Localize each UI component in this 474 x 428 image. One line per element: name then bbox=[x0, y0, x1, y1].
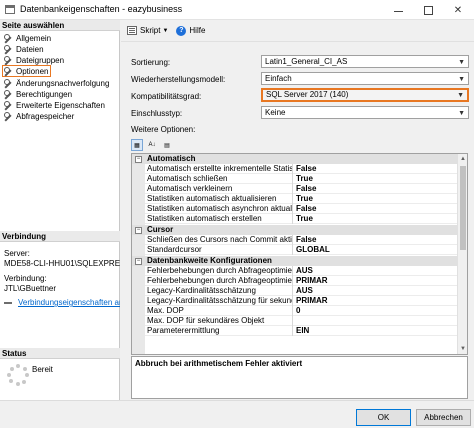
maximize-button[interactable] bbox=[413, 0, 443, 20]
server-label: Server: bbox=[4, 249, 30, 258]
help-icon: ? bbox=[176, 25, 187, 36]
nav-item-optionen[interactable]: Optionen bbox=[2, 65, 52, 77]
wrench-icon bbox=[4, 89, 13, 99]
property-row[interactable]: Automatisch erstellte inkrementelle Stat… bbox=[145, 164, 458, 174]
nav-item-dateien[interactable]: Dateien bbox=[4, 44, 44, 54]
property-grid: − Automatisch Automatisch erstellte inkre… bbox=[131, 153, 468, 355]
nav-item-abfragespeicher[interactable]: Abfragespeicher bbox=[4, 111, 74, 121]
property-row[interactable]: Fehlerbehebungen durch Abfrageoptimierer… bbox=[145, 266, 458, 276]
category-cursor[interactable]: − Cursor bbox=[132, 225, 458, 235]
wrench-icon bbox=[4, 111, 13, 121]
nav-item-dateigruppen[interactable]: Dateigruppen bbox=[4, 55, 64, 65]
property-row[interactable]: Schließen des Cursors nach Commit aktivi… bbox=[145, 235, 458, 245]
wrench-icon bbox=[4, 55, 13, 65]
property-row[interactable]: Statistiken automatisch erstellen True bbox=[145, 214, 458, 224]
property-row[interactable]: Max. DOP 0 bbox=[145, 306, 458, 316]
grid-scrollbar[interactable]: ▲ ▼ bbox=[457, 154, 467, 354]
wrench-icon bbox=[4, 78, 13, 88]
category-datenbankweite-konfigurationen[interactable]: − Datenbankweite Konfigurationen bbox=[132, 256, 458, 266]
minimize-button[interactable] bbox=[383, 0, 413, 20]
server-value: MDE58-CLI-HHU01\SQLEXPRESS bbox=[4, 259, 120, 268]
property-row[interactable]: Statistiken automatisch aktualisieren Tru… bbox=[145, 194, 458, 204]
property-pages-button[interactable]: ▤ bbox=[161, 139, 173, 151]
sort-label: Sortierung: bbox=[131, 58, 171, 67]
property-row[interactable]: Parameterermittlung EIN bbox=[145, 326, 458, 336]
categorized-view-button[interactable]: ▦ bbox=[131, 139, 143, 151]
property-row[interactable]: Max. DOP für sekundäres Objekt bbox=[145, 316, 458, 326]
chevron-down-icon: ▼ bbox=[458, 110, 465, 117]
property-pages-icon: ▤ bbox=[164, 142, 170, 149]
categorized-icon: ▦ bbox=[134, 142, 140, 149]
connection-label: Verbindung: bbox=[4, 274, 47, 283]
sort-az-icon: A↓ bbox=[148, 142, 156, 148]
button-bar: OK Abbrechen bbox=[0, 400, 474, 428]
help-button[interactable]: ? Hilfe bbox=[176, 25, 205, 36]
scroll-up-icon[interactable]: ▲ bbox=[458, 154, 467, 164]
property-row[interactable]: Automatisch verkleinern False bbox=[145, 184, 458, 194]
scroll-down-icon[interactable]: ▼ bbox=[458, 344, 467, 354]
property-toolbar: ▦ A↓ ▤ bbox=[131, 139, 176, 151]
property-row[interactable]: Fehlerbehebungen durch Abfrageoptimierer… bbox=[145, 276, 458, 286]
nav-item-aenderungsnachverfolgung[interactable]: Änderungsnachverfolgung bbox=[4, 78, 109, 88]
compat-select[interactable]: SQL Server 2017 (140) ▼ bbox=[261, 88, 469, 102]
compat-label: Kompatibilitätsgrad: bbox=[131, 92, 202, 101]
close-icon: ✕ bbox=[453, 4, 463, 16]
page-select-header: Seite auswählen bbox=[0, 20, 120, 31]
connection-properties-icon bbox=[4, 299, 12, 307]
collapse-icon[interactable]: − bbox=[135, 227, 142, 234]
script-button[interactable]: Skript ▼ bbox=[127, 26, 168, 35]
main-panel: Skript ▼ ? Hilfe Sortierung: Latin1_Gene… bbox=[121, 20, 474, 400]
status-text: Bereit bbox=[32, 365, 53, 374]
containment-select[interactable]: Keine ▼ bbox=[261, 106, 469, 119]
collapse-icon[interactable]: − bbox=[135, 156, 142, 163]
title-bar: Datenbankeigenschaften - eazybusiness ✕ bbox=[0, 0, 474, 20]
status-header: Status bbox=[0, 348, 120, 359]
property-row[interactable]: Legacy-Kardinalitätsschätzung AUS bbox=[145, 286, 458, 296]
category-automatisch[interactable]: − Automatisch bbox=[132, 154, 458, 164]
wrench-icon bbox=[4, 44, 13, 54]
connection-value: JTL\GBuettner bbox=[4, 284, 57, 293]
nav-item-erweiterte-eigenschaften[interactable]: Erweiterte Eigenschaften bbox=[4, 100, 105, 110]
left-panel: Seite auswählen Allgemein Dateien Dateig… bbox=[0, 20, 120, 400]
nav-item-berechtigungen[interactable]: Berechtigungen bbox=[4, 89, 72, 99]
property-row[interactable]: Statistiken automatisch asynchron aktual… bbox=[145, 204, 458, 214]
progress-spinner-icon bbox=[7, 364, 29, 386]
chevron-down-icon: ▼ bbox=[457, 92, 464, 99]
script-icon bbox=[127, 26, 137, 35]
minimize-icon bbox=[393, 10, 403, 12]
grid-gutter bbox=[132, 154, 145, 354]
cancel-button[interactable]: Abbrechen bbox=[416, 409, 471, 426]
property-row[interactable]: Legacy-Kardinalitätsschätzung für sekund… bbox=[145, 296, 458, 306]
wrench-icon bbox=[4, 100, 13, 110]
property-row[interactable]: Automatisch schließen True bbox=[145, 174, 458, 184]
window-icon bbox=[5, 5, 15, 14]
recovery-label: Wiederherstellungsmodell: bbox=[131, 75, 226, 84]
maximize-icon bbox=[423, 5, 433, 15]
wrench-icon bbox=[4, 66, 13, 76]
collapse-icon[interactable]: − bbox=[135, 258, 142, 265]
property-row[interactable]: Standardcursor GLOBAL bbox=[145, 245, 458, 255]
connection-properties-link[interactable]: Verbindungseigenschaften anzeigen bbox=[4, 298, 120, 307]
chevron-down-icon: ▼ bbox=[458, 76, 465, 83]
nav-item-allgemein[interactable]: Allgemein bbox=[4, 33, 51, 43]
property-description: Abbruch bei arithmetischem Fehler aktivi… bbox=[131, 356, 468, 399]
containment-label: Einschlusstyp: bbox=[131, 109, 183, 118]
window-title: Datenbankeigenschaften - eazybusiness bbox=[20, 4, 183, 14]
wrench-icon bbox=[4, 33, 13, 43]
alphabetical-view-button[interactable]: A↓ bbox=[146, 139, 158, 151]
chevron-down-icon: ▼ bbox=[162, 27, 169, 34]
more-options-label: Weitere Optionen: bbox=[131, 125, 196, 134]
recovery-select[interactable]: Einfach ▼ bbox=[261, 72, 469, 85]
connection-header: Verbindung bbox=[0, 231, 120, 242]
ok-button[interactable]: OK bbox=[356, 409, 411, 426]
sort-select[interactable]: Latin1_General_CI_AS ▼ bbox=[261, 55, 469, 68]
scrollbar-thumb[interactable] bbox=[460, 166, 466, 250]
chevron-down-icon: ▼ bbox=[458, 59, 465, 66]
close-button[interactable]: ✕ bbox=[443, 0, 473, 20]
toolbar: Skript ▼ ? Hilfe bbox=[121, 20, 474, 42]
